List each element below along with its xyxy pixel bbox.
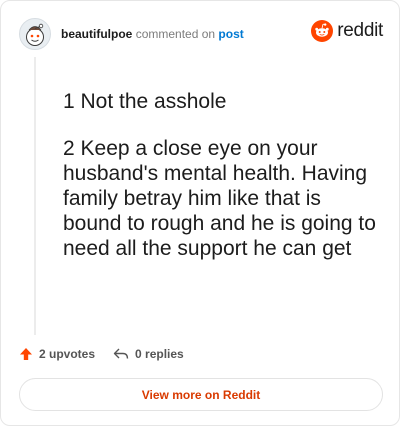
embedded-comment-card: beautifulpoe commented on post reddit 1 … [0, 0, 400, 426]
upvote-arrow-icon [20, 348, 32, 360]
upvote-button[interactable]: 2 upvotes [19, 347, 95, 361]
comment-paragraph: 2 Keep a close eye on your husband's men… [63, 137, 376, 260]
comment-body: 1 Not the asshole 2 Keep a close eye on … [63, 89, 383, 283]
reddit-wordmark: reddit [337, 20, 383, 41]
action-text: commented on [135, 27, 216, 41]
thread-line [34, 57, 36, 335]
comment-header: beautifulpoe commented on post reddit [19, 17, 383, 51]
reddit-logo[interactable]: reddit [311, 20, 383, 42]
upvote-count: 2 upvotes [39, 347, 96, 361]
comment-paragraph: 1 Not the asshole [63, 90, 227, 113]
reply-count: 0 replies [135, 347, 184, 361]
reply-button[interactable]: 0 replies [113, 347, 184, 361]
view-more-button[interactable]: View more on Reddit [19, 378, 383, 411]
comment-meta: beautifulpoe commented on post [61, 27, 244, 41]
snoo-avatar-icon [26, 23, 44, 46]
reply-arrow-icon [113, 348, 129, 359]
username-link[interactable]: beautifulpoe [61, 27, 132, 41]
reddit-logo-icon [311, 20, 334, 42]
comment-footer: 2 upvotes 0 replies [19, 344, 202, 364]
user-avatar[interactable] [19, 18, 51, 50]
post-link[interactable]: post [218, 27, 243, 41]
